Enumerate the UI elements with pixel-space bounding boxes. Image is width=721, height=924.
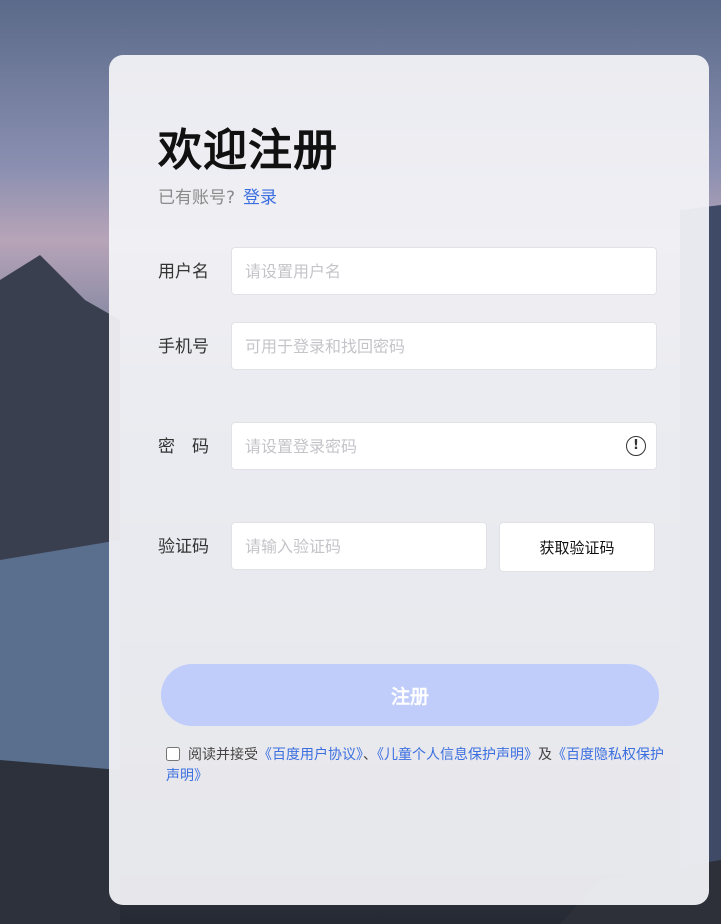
agreement-section: 阅读并接受《百度用户协议》、《儿童个人信息保护声明》及《百度隐私权保护声明》 bbox=[166, 745, 666, 787]
info-icon[interactable]: ! bbox=[626, 436, 646, 456]
page-title: 欢迎注册 bbox=[158, 125, 338, 176]
agreement-checkbox[interactable] bbox=[166, 747, 180, 761]
agreement-separator: 、 bbox=[363, 747, 377, 763]
verification-code-input[interactable] bbox=[231, 522, 487, 570]
agreement-prefix: 阅读并接受 bbox=[188, 747, 258, 763]
password-label: 密 码 bbox=[158, 437, 209, 457]
phone-input[interactable] bbox=[231, 322, 657, 370]
register-button[interactable]: 注册 bbox=[161, 664, 659, 726]
phone-label: 手机号 bbox=[158, 337, 209, 357]
login-prompt: 已有账号? 登录 bbox=[158, 183, 277, 208]
register-card: 欢迎注册 已有账号?登录 用户名 手机号 密 码 ! 验证码 获取验证码 注册 … bbox=[109, 55, 709, 905]
code-label: 验证码 bbox=[158, 537, 209, 557]
user-agreement-link[interactable]: 《百度用户协议》 bbox=[258, 747, 363, 763]
login-link[interactable]: 登录 bbox=[243, 188, 277, 208]
get-code-button[interactable]: 获取验证码 bbox=[499, 522, 655, 572]
child-privacy-link[interactable]: 《儿童个人信息保护声明》 bbox=[377, 747, 538, 763]
username-input[interactable] bbox=[231, 247, 657, 295]
agreement-and: 及 bbox=[538, 747, 552, 763]
have-account-text: 已有账号? bbox=[158, 188, 236, 208]
password-input[interactable] bbox=[231, 422, 657, 470]
username-label: 用户名 bbox=[158, 262, 209, 282]
